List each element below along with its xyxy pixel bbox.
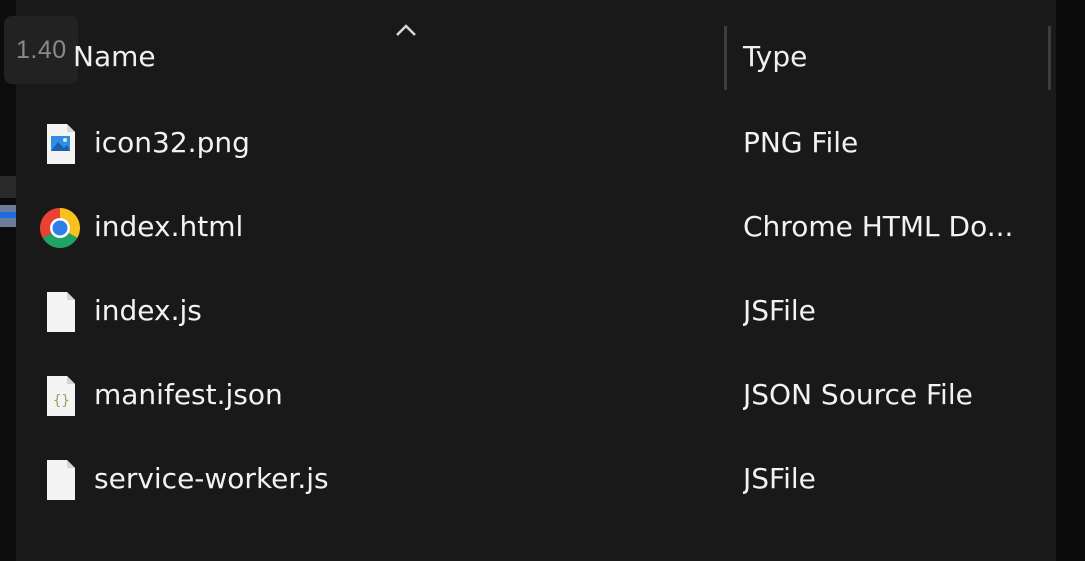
column-header-row: Name Type	[16, 0, 1056, 100]
file-type: JSFile	[743, 462, 816, 495]
file-name: service-worker.js	[94, 462, 329, 495]
blank-file-icon	[40, 458, 82, 502]
file-row-manifest-json[interactable]: {} manifest.json JSON Source File	[16, 354, 1056, 438]
background-window-edge	[1056, 0, 1085, 561]
file-row-index-js[interactable]: index.js JSFile	[16, 270, 1056, 354]
background-window-edge	[0, 0, 16, 561]
column-resize-handle[interactable]	[724, 26, 727, 90]
file-name: index.html	[94, 210, 244, 243]
file-row-index-html[interactable]: index.html Chrome HTML Do...	[16, 186, 1056, 270]
file-list: icon32.png PNG File index.html Chrome HT…	[16, 102, 1056, 522]
svg-text:{}: {}	[53, 393, 70, 409]
chrome-icon	[40, 206, 82, 250]
background-window-strip	[0, 176, 16, 198]
file-type: Chrome HTML Do...	[743, 210, 1014, 243]
png-file-icon	[40, 122, 82, 166]
chevron-up-icon[interactable]	[394, 22, 418, 42]
blank-file-icon	[40, 290, 82, 334]
file-name: index.js	[94, 294, 202, 327]
json-file-icon: {}	[40, 374, 82, 418]
file-type: JSFile	[743, 294, 816, 327]
background-window-strip	[0, 212, 16, 218]
file-name: manifest.json	[94, 378, 283, 411]
column-header-name[interactable]: Name	[73, 40, 156, 73]
column-header-type[interactable]: Type	[743, 40, 807, 73]
file-row-service-worker-js[interactable]: service-worker.js JSFile	[16, 438, 1056, 522]
file-name: icon32.png	[94, 126, 250, 159]
file-type: JSON Source File	[743, 378, 973, 411]
file-type: PNG File	[743, 126, 859, 159]
column-resize-handle[interactable]	[1048, 26, 1051, 90]
file-row-icon32-png[interactable]: icon32.png PNG File	[16, 102, 1056, 186]
